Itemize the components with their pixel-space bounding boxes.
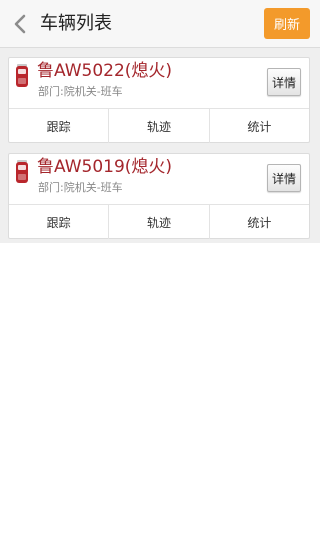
track-button[interactable]: 跟踪: [9, 205, 108, 239]
statistics-button[interactable]: 统计: [208, 205, 309, 239]
vehicle-actions: 跟踪 轨迹 统计: [9, 108, 309, 143]
vehicle-status-icon: [16, 64, 28, 87]
vehicle-plate: 鲁AW5019(熄火): [37, 157, 173, 177]
trajectory-button[interactable]: 轨迹: [108, 205, 208, 239]
vehicle-card: 鲁AW5019(熄火) 部门:院机关-班车 详情 跟踪 轨迹 统计: [8, 153, 310, 239]
vehicle-card-header: 鲁AW5019(熄火) 部门:院机关-班车 详情: [9, 154, 309, 204]
vehicle-department: 部门:院机关-班车: [38, 85, 123, 98]
track-button[interactable]: 跟踪: [9, 109, 108, 143]
app-header: 车辆列表 刷新: [0, 0, 320, 48]
chevron-left-icon: [14, 14, 26, 34]
vehicle-status-icon: [16, 160, 28, 183]
vehicle-plate: 鲁AW5022(熄火): [37, 61, 173, 81]
page-title: 车辆列表: [40, 13, 112, 34]
detail-button[interactable]: 详情: [267, 68, 301, 96]
vehicle-department: 部门:院机关-班车: [38, 181, 123, 194]
vehicle-card-header: 鲁AW5022(熄火) 部门:院机关-班车 详情: [9, 58, 309, 108]
vehicle-card: 鲁AW5022(熄火) 部门:院机关-班车 详情 跟踪 轨迹 统计: [8, 57, 310, 143]
vehicle-actions: 跟踪 轨迹 统计: [9, 204, 309, 239]
trajectory-button[interactable]: 轨迹: [108, 109, 208, 143]
refresh-button[interactable]: 刷新: [264, 8, 310, 39]
detail-button[interactable]: 详情: [267, 164, 301, 192]
back-button[interactable]: [8, 10, 32, 38]
vehicle-list: 鲁AW5022(熄火) 部门:院机关-班车 详情 跟踪 轨迹 统计 鲁AW501…: [0, 48, 320, 243]
statistics-button[interactable]: 统计: [208, 109, 309, 143]
